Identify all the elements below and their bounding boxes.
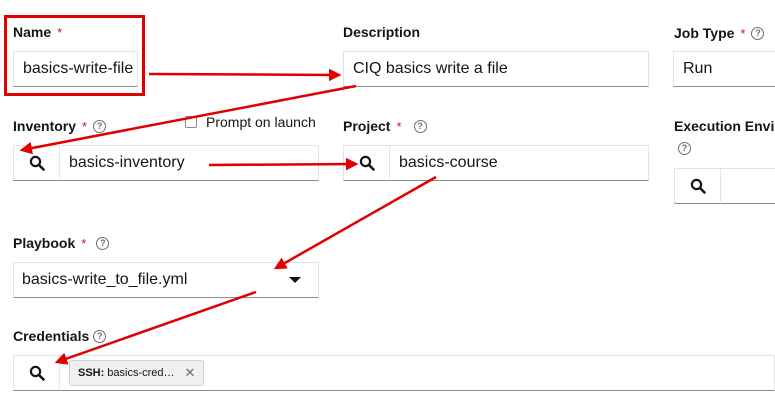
help-icon[interactable]: ? [413,119,427,133]
execution-environment-label: Execution Envi [674,118,775,134]
inventory-lookup: basics-inventory [13,145,319,181]
name-input[interactable]: basics-write-file [13,51,138,87]
help-icon[interactable]: ? [93,119,107,133]
search-icon[interactable] [343,145,390,181]
arrow-project-to-playbook [273,175,437,270]
arrow-playbook-to-credentials [54,290,257,365]
prompt-on-launch[interactable]: Prompt on launch [185,114,316,130]
close-icon[interactable]: ✕ [185,365,196,381]
inventory-label: Inventory *? [13,118,107,134]
inventory-input[interactable]: basics-inventory [60,145,319,181]
search-icon[interactable] [13,355,60,391]
credential-chip-type: SSH: [78,367,105,379]
arrow-name-to-description [148,68,342,82]
project-label: Project *? [343,118,427,134]
credentials-label: Credentials? [13,328,107,344]
playbook-select[interactable]: basics-write_to_file.yml [13,262,319,298]
description-label: Description [343,24,421,40]
search-icon[interactable] [674,168,721,204]
job-type-label: Job Type *? [674,25,765,41]
execution-environment-lookup [674,168,775,204]
credentials-lookup: SSH: basics-cred… ✕ [13,355,775,391]
project-lookup: basics-course [343,145,649,181]
help-icon[interactable]: ? [93,329,107,343]
playbook-value: basics-write_to_file.yml [22,271,188,288]
credential-chip[interactable]: SSH: basics-cred… ✕ [69,360,205,386]
project-input[interactable]: basics-course [390,145,649,181]
credentials-input[interactable]: SSH: basics-cred… ✕ [60,355,775,391]
description-input[interactable]: CIQ basics write a file [343,51,649,87]
job-type-select[interactable]: Run [673,51,775,87]
name-label: Name * [13,24,63,40]
search-icon[interactable] [13,145,60,181]
prompt-on-launch-checkbox[interactable] [185,116,197,128]
help-icon[interactable]: ? [96,236,110,250]
help-icon[interactable]: ? [678,142,691,155]
prompt-on-launch-label: Prompt on launch [206,114,316,130]
help-icon[interactable]: ? [751,26,765,40]
caret-down-icon[interactable] [289,277,301,283]
credential-chip-label: basics-cred… [107,367,175,379]
execution-environment-input[interactable] [721,168,775,204]
playbook-label: Playbook *? [13,235,110,251]
